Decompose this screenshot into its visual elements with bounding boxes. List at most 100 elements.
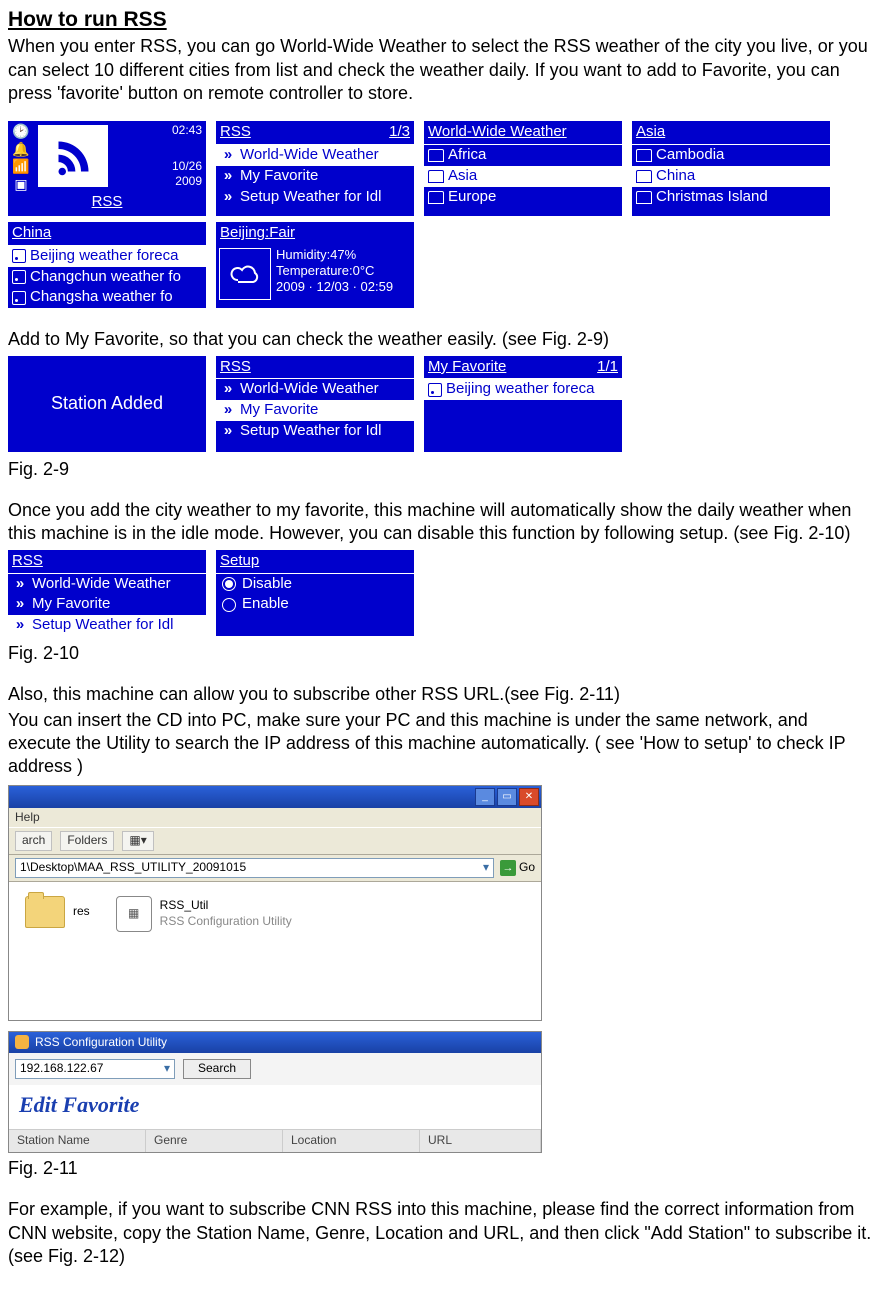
toolbar-search-button[interactable]: arch — [15, 831, 52, 851]
country-item[interactable]: Cambodia — [656, 146, 724, 165]
folder-icon — [636, 191, 652, 204]
figure-caption-2-10: Fig. 2-10 — [8, 642, 873, 665]
col-station-name: Station Name — [9, 1130, 146, 1152]
explorer-window: _ ▭ ✕ Help arch Folders ▦▾ 1\Desktop\MAA… — [8, 785, 542, 1021]
rss-util-window: RSS Configuration Utility 192.168.122.67… — [8, 1031, 542, 1153]
page-title: How to run RSS — [8, 6, 873, 33]
col-genre: Genre — [146, 1130, 283, 1152]
screenshot-row-1a: 🕑 🔔 📶 ▣ 02:43 10/26 2009 RSS RSS1/3 »Wor… — [8, 121, 873, 216]
menu-title: RSS — [220, 123, 251, 142]
screen-countries: Asia Cambodia China Christmas Island — [632, 121, 830, 216]
maximize-button[interactable]: ▭ — [497, 788, 517, 806]
intro-paragraph: When you enter RSS, you can go World-Wid… — [8, 35, 873, 105]
menu-item[interactable]: My Favorite — [240, 167, 318, 186]
close-button[interactable]: ✕ — [519, 788, 539, 806]
go-arrow-icon: → — [500, 860, 516, 876]
menu-item[interactable]: Setup Weather for Idl — [240, 422, 381, 441]
screen-rss-menu-3: RSS »World-Wide Weather »My Favorite »Se… — [8, 550, 206, 636]
screen-myfavorite: My Favorite 1/1 Beijing weather foreca — [424, 356, 622, 452]
explorer-file-item[interactable]: ▦ RSS_Util RSS Configuration Utility — [116, 896, 292, 932]
menu-item[interactable]: World-Wide Weather — [32, 575, 171, 594]
tile-date2: 2009 — [175, 174, 202, 188]
chevron-icon: » — [220, 146, 236, 165]
folder-icon — [636, 149, 652, 162]
dropdown-icon[interactable]: ▾ — [483, 860, 489, 876]
toolbar-folders-button[interactable]: Folders — [60, 831, 114, 851]
city-item[interactable]: Changchun weather fo — [30, 268, 181, 287]
application-icon: ▦ — [116, 896, 152, 932]
screen-weather-detail: Beijing:Fair Humidity:47% Temperature:0°… — [216, 222, 414, 308]
cnn-paragraph: For example, if you want to subscribe CN… — [8, 1198, 873, 1268]
menu-item[interactable]: Setup Weather for Idl — [32, 616, 173, 635]
city-item[interactable]: Changsha weather fo — [30, 288, 173, 307]
edit-favorite-heading: Edit Favorite — [19, 1092, 139, 1117]
chevron-icon: » — [12, 575, 28, 594]
rss-icon — [12, 249, 26, 263]
figure-caption-2-11: Fig. 2-11 — [8, 1157, 873, 1180]
screen-setup: Setup Disable Enable — [216, 550, 414, 636]
folder-icon — [428, 149, 444, 162]
countries-title: Asia — [636, 123, 665, 142]
chevron-icon: » — [220, 188, 236, 207]
menu-pager: 1/3 — [389, 123, 410, 142]
screen-rss-home: 🕑 🔔 📶 ▣ 02:43 10/26 2009 RSS — [8, 121, 206, 216]
weather-humidity: Humidity:47% — [276, 247, 393, 263]
fav-item[interactable]: Beijing weather foreca — [446, 380, 594, 399]
toolbar-view-button[interactable]: ▦▾ — [122, 831, 153, 851]
screen-rss-menu-2: RSS »World-Wide Weather »My Favorite »Se… — [216, 356, 414, 452]
file-name: RSS_Util — [160, 898, 292, 914]
radio-icon — [222, 598, 236, 612]
folder-name: res — [73, 904, 90, 920]
rss-icon — [12, 291, 26, 305]
region-item[interactable]: Africa — [448, 146, 486, 165]
radio-disable[interactable]: Disable — [216, 574, 414, 595]
menu-item[interactable]: Setup Weather for Idl — [240, 188, 381, 207]
screen-station-added: Station Added — [8, 356, 206, 452]
region-item[interactable]: Asia — [448, 167, 477, 186]
menu-title: RSS — [12, 552, 43, 571]
menu-item[interactable]: My Favorite — [32, 595, 110, 614]
explorer-folder-item[interactable]: res — [25, 896, 90, 928]
favorite-paragraph: Add to My Favorite, so that you can chec… — [8, 328, 873, 351]
country-item[interactable]: China — [656, 167, 695, 186]
ip-combo[interactable]: 192.168.122.67▾ — [15, 1059, 175, 1079]
city-item[interactable]: Beijing weather foreca — [30, 247, 178, 266]
bell-icon: 🔔 — [12, 141, 29, 159]
chevron-icon: » — [12, 595, 28, 614]
weather-heading: Beijing:Fair — [216, 222, 414, 245]
region-item[interactable]: Europe — [448, 188, 496, 207]
folder-icon — [636, 170, 652, 183]
search-button[interactable]: Search — [183, 1059, 251, 1079]
go-label: Go — [519, 860, 535, 876]
setup-title: Setup — [220, 552, 259, 571]
screen-rss-menu: RSS1/3 »World-Wide Weather »My Favorite … — [216, 121, 414, 216]
radio-enable[interactable]: Enable — [216, 594, 414, 615]
menu-help[interactable]: Help — [15, 810, 40, 824]
clock-icon: 🕑 — [12, 123, 29, 141]
file-description: RSS Configuration Utility — [160, 914, 292, 930]
screenshot-row-1b: China Beijing weather foreca Changchun w… — [8, 222, 873, 308]
go-button[interactable]: →Go — [500, 860, 535, 876]
subscribe-paragraph-1: Also, this machine can allow you to subs… — [8, 683, 873, 706]
fav-title: My Favorite — [428, 358, 506, 377]
cities-title: China — [12, 224, 51, 243]
menu-item[interactable]: World-Wide Weather — [240, 146, 379, 165]
util-title: RSS Configuration Utility — [35, 1035, 167, 1051]
folder-icon — [428, 170, 444, 183]
figure-caption-2-9: Fig. 2-9 — [8, 458, 873, 481]
weather-temp: Temperature:0°C — [276, 263, 393, 279]
folder-icon — [428, 191, 444, 204]
screen-cities: China Beijing weather foreca Changchun w… — [8, 222, 206, 308]
address-bar[interactable]: 1\Desktop\MAA_RSS_UTILITY_20091015 ▾ — [15, 858, 494, 878]
fav-pager: 1/1 — [597, 358, 618, 377]
menu-item[interactable]: World-Wide Weather — [240, 380, 379, 399]
minimize-button[interactable]: _ — [475, 788, 495, 806]
country-item[interactable]: Christmas Island — [656, 188, 768, 207]
weather-timestamp: 2009 · 12/03 · 02:59 — [276, 279, 393, 295]
screenshot-row-3: RSS »World-Wide Weather »My Favorite »Se… — [8, 550, 873, 636]
chevron-icon: » — [220, 380, 236, 399]
chevron-icon: » — [12, 616, 28, 635]
menu-item[interactable]: My Favorite — [240, 401, 318, 420]
chevron-icon: » — [220, 167, 236, 186]
regions-title: World-Wide Weather — [428, 123, 567, 142]
